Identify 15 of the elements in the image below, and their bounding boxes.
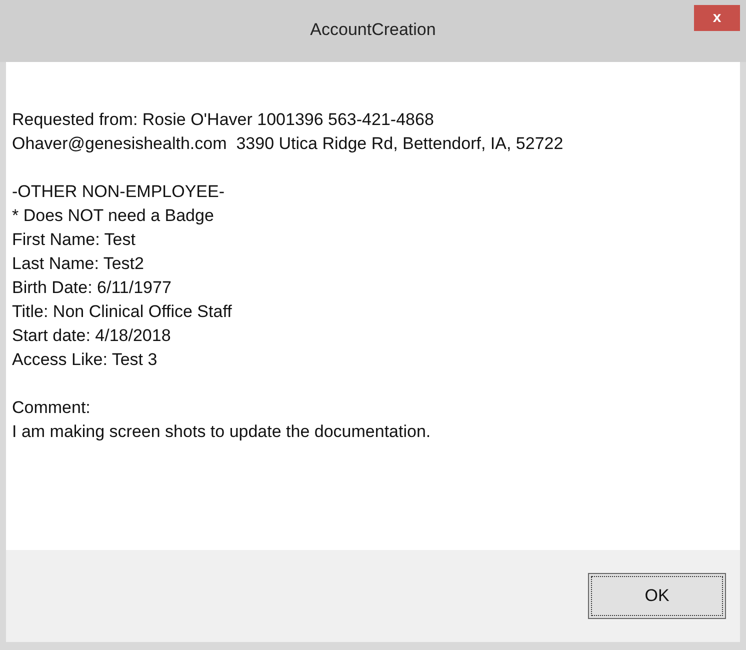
close-button[interactable]: x	[694, 5, 740, 31]
message-line: Title: Non Clinical Office Staff	[12, 301, 233, 323]
window-title: AccountCreation	[310, 19, 436, 42]
message-line: Start date: 4/18/2018	[12, 325, 172, 347]
message-line: First Name: Test	[12, 229, 136, 251]
message-line: Requested from: Rosie O'Haver 1001396 563-421-4868	[12, 109, 435, 131]
message-line: Comment:	[12, 397, 92, 419]
ok-button[interactable]: OK	[588, 573, 726, 619]
message-line: Birth Date: 6/11/1977	[12, 277, 172, 299]
message-line: * Does NOT need a Badge	[12, 205, 215, 227]
message-line: -OTHER NON-EMPLOYEE-	[12, 181, 226, 203]
message-line: Access Like: Test 3	[12, 349, 158, 371]
message-line: Ohaver@genesishealth.com 3390 Utica Ridge Rd, Bettendorf, IA, 52722	[12, 133, 564, 155]
message-line: I am making screen shots to update the documentation.	[12, 421, 432, 443]
message-line: Last Name: Test2	[12, 253, 145, 275]
